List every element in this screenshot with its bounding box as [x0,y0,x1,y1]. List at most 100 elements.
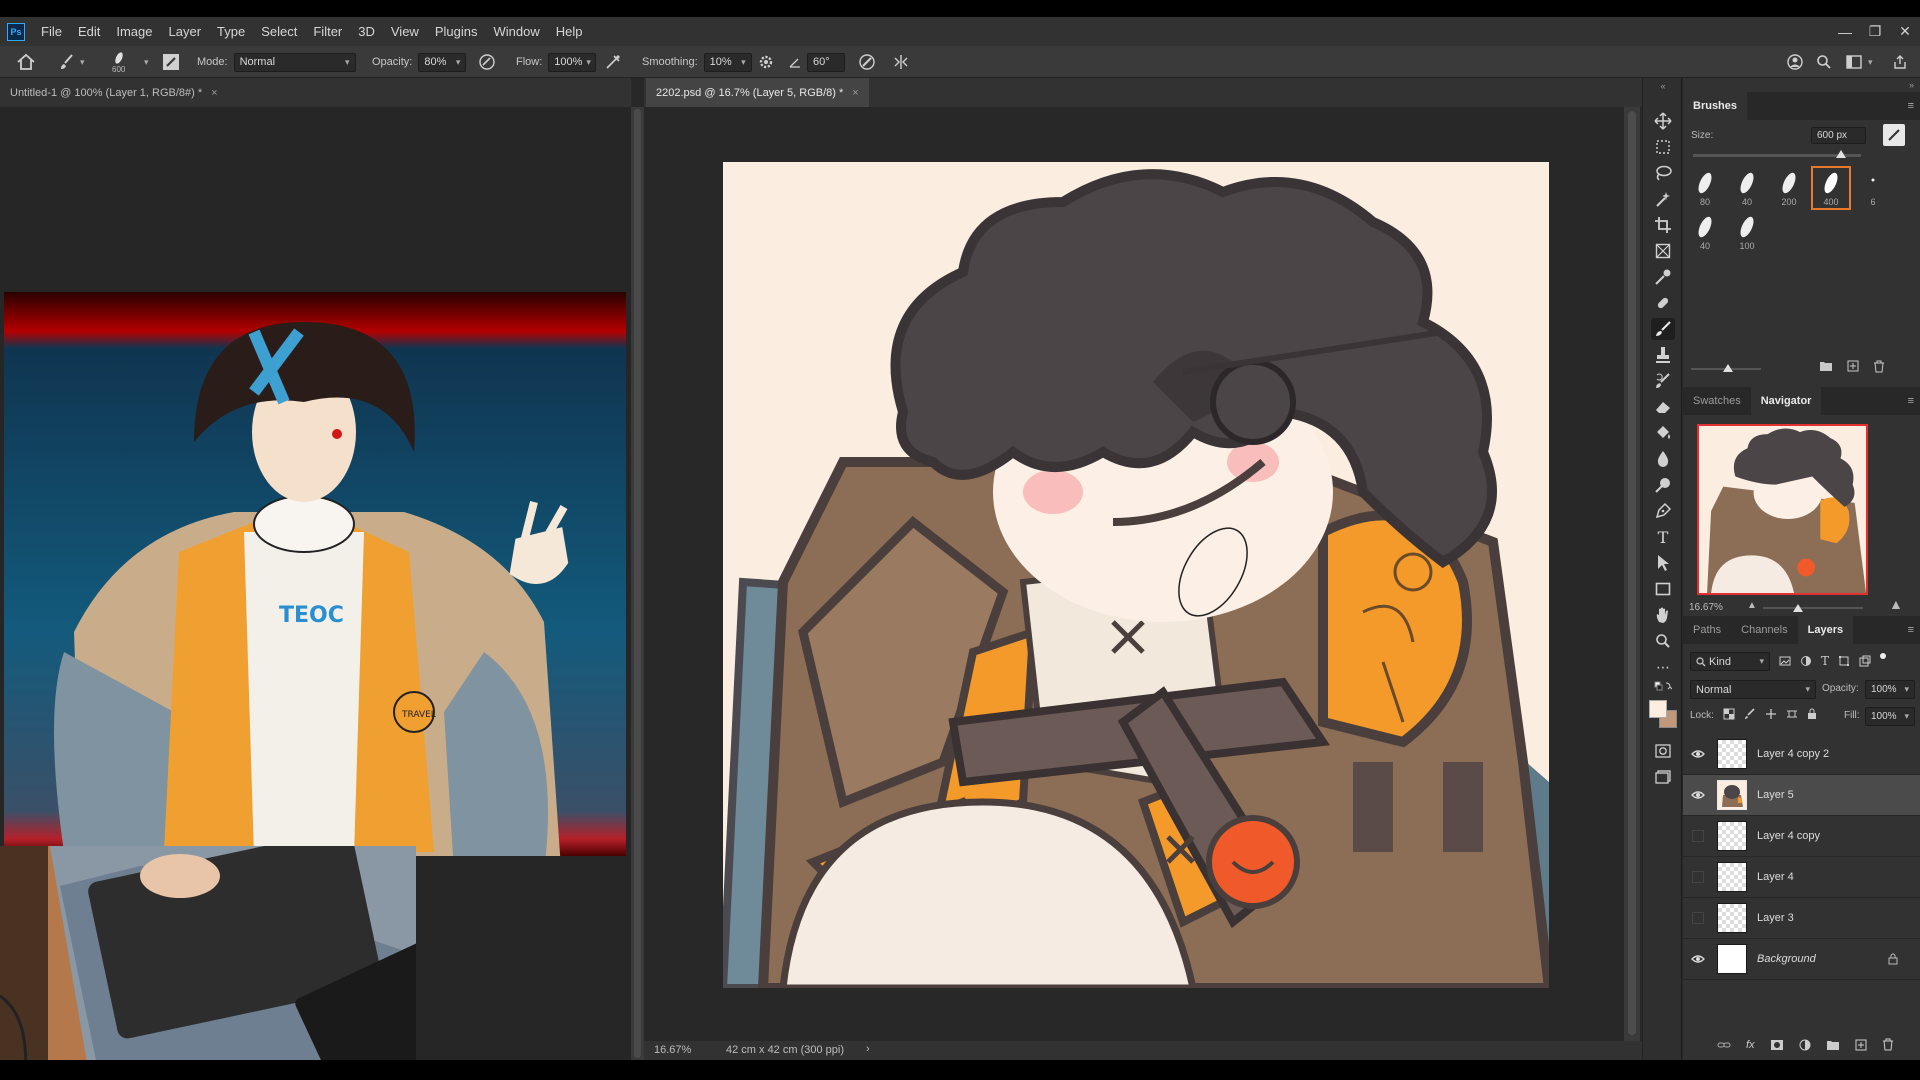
status-info-arrow[interactable]: › [866,1043,870,1055]
close-window-button[interactable]: ✕ [1890,17,1920,46]
layer-fill-input[interactable]: 100% ▾ [1865,707,1915,726]
history-brush-tool-icon[interactable] [1651,370,1675,392]
marquee-tool-icon[interactable] [1651,136,1675,158]
lock-image-pixels-icon[interactable] [1744,708,1756,720]
quick-mask-icon[interactable] [1651,740,1675,762]
tab-2202-psd[interactable]: 2202.psd @ 16.7% (Layer 5, RGB/8) * × [646,78,869,107]
new-group-folder-icon[interactable] [1826,1039,1840,1051]
visibility-toggle-empty[interactable] [1689,830,1707,842]
navigator-zoom-thumb[interactable] [1793,604,1803,612]
mode-select[interactable]: Normal ▾ [233,52,356,72]
visibility-toggle-empty[interactable] [1689,912,1707,924]
adjustment-layer-icon[interactable] [1799,1039,1811,1051]
symmetry-icon[interactable] [892,46,910,78]
share-icon[interactable] [1892,46,1908,78]
layer-row[interactable]: Layer 4 copy 2 [1683,734,1920,775]
fx-icon[interactable]: fx [1746,1039,1755,1051]
new-brush-preset-button[interactable] [1883,124,1905,146]
eye-icon[interactable] [1689,790,1707,800]
tab-untitled-1[interactable]: Untitled-1 @ 100% (Layer 1, RGB/8#) * × [0,78,228,107]
navigator-zoom-slider[interactable] [1763,607,1863,609]
type-tool-icon[interactable]: T [1651,526,1675,548]
tab-layers[interactable]: Layers [1797,616,1854,644]
lasso-tool-icon[interactable] [1651,162,1675,184]
brush-tool-icon[interactable] [1651,318,1675,340]
layer-row[interactable]: Layer 4 copy [1683,816,1920,857]
pen-tool-icon[interactable] [1651,500,1675,522]
brush-tip[interactable]: 40 [1689,214,1721,254]
layer-row-selected[interactable]: Layer 5 [1683,775,1920,816]
new-brush-icon[interactable] [1847,360,1859,372]
workspace-switcher-icon[interactable]: ▾ [1846,46,1873,78]
swap-colors-icon[interactable] [1651,680,1675,694]
pixel-layer-filter-icon[interactable] [1779,655,1791,667]
smart-object-filter-icon[interactable] [1859,655,1871,667]
menu-image[interactable]: Image [108,17,160,46]
menu-help[interactable]: Help [548,17,591,46]
dodge-tool-icon[interactable] [1651,474,1675,496]
tab-swatches[interactable]: Swatches [1683,387,1751,415]
foreground-color-swatch[interactable] [1649,700,1667,718]
layer-row-background[interactable]: Background [1683,939,1920,980]
lock-position-icon[interactable] [1765,708,1777,720]
lock-all-icon[interactable] [1807,708,1817,720]
paint-bucket-tool-icon[interactable] [1651,422,1675,444]
quick-selection-tool-icon[interactable] [1651,188,1675,210]
clone-stamp-tool-icon[interactable] [1651,344,1675,366]
healing-brush-tool-icon[interactable] [1651,292,1675,314]
shape-layer-filter-icon[interactable] [1838,655,1850,667]
brush-preview-slider-thumb[interactable] [1723,364,1733,372]
new-layer-icon[interactable] [1855,1039,1867,1051]
share-account-icon[interactable] [1786,46,1804,78]
menu-layer[interactable]: Layer [161,17,210,46]
brush-tip[interactable]: 80 [1689,170,1721,210]
tab-navigator[interactable]: Navigator [1750,387,1822,415]
layer-row[interactable]: Layer 3 [1683,898,1920,939]
adjustment-layer-filter-icon[interactable] [1800,655,1812,667]
brush-tip[interactable]: 200 [1773,170,1805,210]
zoom-level[interactable]: 16.67% [654,1044,691,1056]
opacity-input[interactable]: 80% ▾ [418,52,467,72]
chevron-down-icon[interactable]: ▾ [144,57,149,68]
eyedropper-tool-icon[interactable] [1651,266,1675,288]
collapse-toolbar-icon[interactable]: « [1651,81,1675,91]
close-tab-icon[interactable]: × [852,87,858,99]
panel-menu-icon[interactable]: ≡ [1908,395,1914,407]
brush-tool-preset-picker[interactable]: ▾ [58,46,85,78]
menu-3d[interactable]: 3D [350,17,383,46]
brush-size-slider-thumb[interactable] [1835,150,1846,158]
menu-plugins[interactable]: Plugins [427,17,486,46]
left-document-scrollbar[interactable] [631,107,644,1060]
brush-size-input[interactable]: 600 px [1811,127,1866,144]
collapse-panels-icon[interactable]: » [1909,80,1914,90]
delete-layer-icon[interactable] [1882,1038,1894,1051]
tab-channels[interactable]: Channels [1731,616,1797,644]
more-tools-icon[interactable]: ⋯ [1651,656,1675,678]
brush-tip[interactable]: 40 [1731,170,1763,210]
brush-tip-selected[interactable]: 400 [1811,166,1851,210]
move-tool-icon[interactable] [1651,110,1675,132]
lock-artboard-icon[interactable] [1786,708,1798,720]
tab-paths[interactable]: Paths [1683,616,1731,644]
layer-opacity-input[interactable]: 100% ▾ [1865,680,1915,699]
delete-brush-icon[interactable] [1873,360,1885,373]
eye-icon[interactable] [1689,954,1707,964]
layer-row[interactable]: Layer 4 [1683,857,1920,898]
tab-brushes[interactable]: Brushes [1683,92,1748,120]
rectangle-tool-icon[interactable] [1651,578,1675,600]
frame-tool-icon[interactable] [1651,240,1675,262]
menu-file[interactable]: File [33,17,70,46]
screen-mode-icon[interactable] [1651,766,1675,788]
brush-settings-panel-toggle[interactable] [162,46,180,78]
menu-filter[interactable]: Filter [305,17,350,46]
minimize-button[interactable]: — [1830,17,1860,46]
pressure-opacity-icon[interactable] [478,46,496,78]
panel-menu-icon[interactable]: ≡ [1908,100,1914,112]
zoom-in-mountain-icon[interactable]: ▲ [1889,596,1903,612]
main-vertical-scrollbar[interactable] [1624,107,1640,1041]
type-layer-filter-icon[interactable]: T [1821,655,1829,667]
lock-transparent-pixels-icon[interactable] [1723,708,1735,720]
eye-icon[interactable] [1689,749,1707,759]
navigator-zoom-value[interactable]: 16.67% [1689,602,1723,613]
crop-tool-icon[interactable] [1651,214,1675,236]
